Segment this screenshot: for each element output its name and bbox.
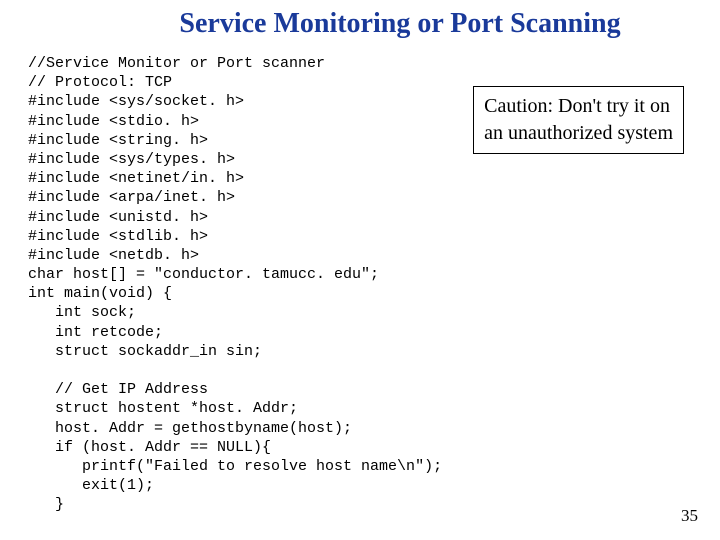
code-line: struct sockaddr_in sin;: [28, 343, 262, 360]
code-line: #include <stdio. h>: [28, 113, 199, 130]
code-line: int retcode;: [28, 324, 163, 341]
code-line: if (host. Addr == NULL){: [28, 439, 271, 456]
code-line: host. Addr = gethostbyname(host);: [28, 420, 352, 437]
code-line: #include <netdb. h>: [28, 247, 199, 264]
code-line: #include <string. h>: [28, 132, 208, 149]
caution-line-1: Caution: Don't try it on: [484, 93, 673, 120]
code-line: #include <unistd. h>: [28, 209, 208, 226]
caution-line-2: an unauthorized system: [484, 120, 673, 147]
code-listing: //Service Monitor or Port scanner // Pro…: [28, 54, 442, 515]
code-line: struct hostent *host. Addr;: [28, 400, 298, 417]
code-line: #include <netinet/in. h>: [28, 170, 244, 187]
code-line: #include <stdlib. h>: [28, 228, 208, 245]
code-line: int sock;: [28, 304, 136, 321]
code-line: int main(void) {: [28, 285, 172, 302]
code-line: exit(1);: [28, 477, 154, 494]
code-line: }: [28, 496, 64, 513]
code-line: printf("Failed to resolve host name\n");: [28, 458, 442, 475]
caution-box: Caution: Don't try it on an unauthorized…: [473, 86, 684, 154]
code-line: #include <arpa/inet. h>: [28, 189, 235, 206]
code-line: //Service Monitor or Port scanner: [28, 55, 325, 72]
page-number: 35: [681, 506, 698, 526]
code-line: #include <sys/socket. h>: [28, 93, 244, 110]
code-line: char host[] = "conductor. tamucc. edu";: [28, 266, 379, 283]
code-line: // Get IP Address: [28, 381, 208, 398]
slide-title: Service Monitoring or Port Scanning: [0, 0, 720, 40]
code-line: // Protocol: TCP: [28, 74, 172, 91]
code-line: #include <sys/types. h>: [28, 151, 235, 168]
